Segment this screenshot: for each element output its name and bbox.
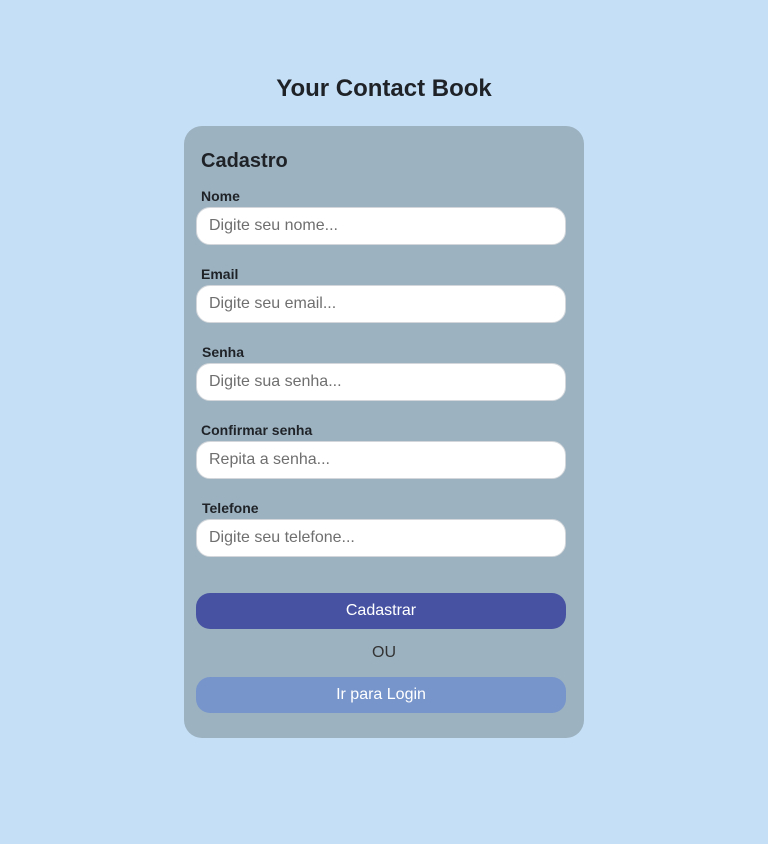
name-input[interactable] — [196, 207, 566, 245]
or-divider: OU — [372, 644, 396, 661]
password-label: Senha — [202, 344, 245, 360]
register-button[interactable]: Cadastrar — [196, 593, 566, 629]
confirm-password-label: Confirmar senha — [201, 422, 313, 438]
email-label: Email — [201, 266, 239, 282]
page-title: Your Contact Book — [276, 75, 492, 102]
name-label: Nome — [201, 188, 240, 204]
form-title: Cadastro — [201, 150, 288, 172]
phone-label: Telefone — [202, 500, 259, 516]
email-input[interactable] — [196, 285, 566, 323]
phone-input[interactable] — [196, 519, 566, 557]
go-to-login-button[interactable]: Ir para Login — [196, 677, 566, 713]
password-input[interactable] — [196, 363, 566, 401]
register-card: Cadastro Nome Email Senha Confirmar senh… — [184, 126, 584, 738]
confirm-password-input[interactable] — [196, 441, 566, 479]
